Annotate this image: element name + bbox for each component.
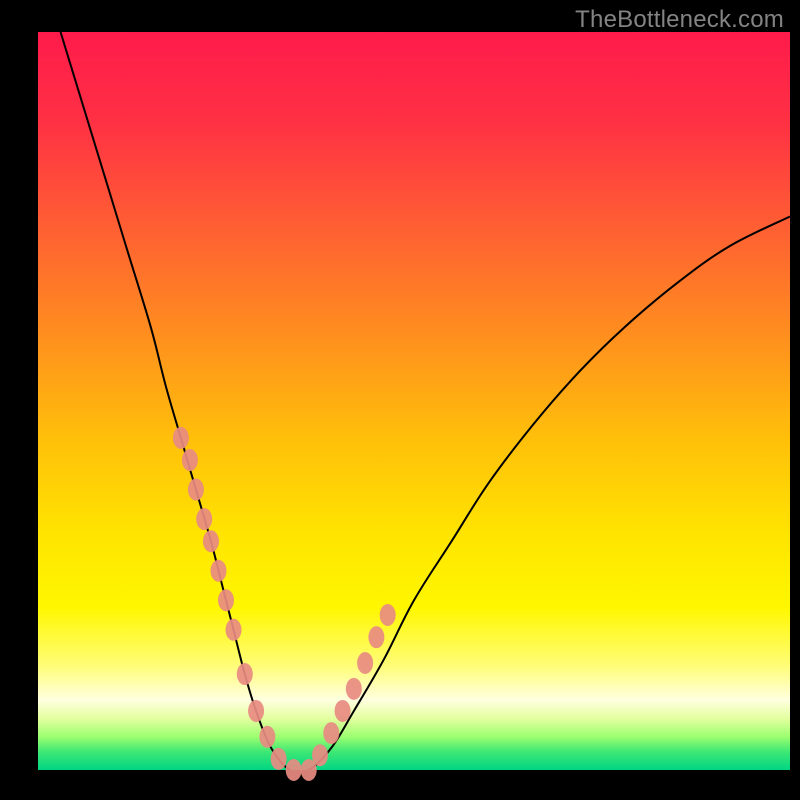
hot-point [182, 449, 198, 471]
hot-point [368, 626, 384, 648]
hot-point [188, 479, 204, 501]
hot-point [312, 744, 328, 766]
hot-point [380, 604, 396, 626]
hot-point [357, 652, 373, 674]
hot-point [259, 726, 275, 748]
hot-point [248, 700, 264, 722]
hot-point [335, 700, 351, 722]
plot-area-bg [38, 32, 790, 770]
hot-point [226, 619, 242, 641]
chart-container: TheBottleneck.com [0, 0, 800, 800]
hot-point [346, 678, 362, 700]
hot-point [323, 722, 339, 744]
hot-point [196, 508, 212, 530]
hot-point [237, 663, 253, 685]
hot-point [286, 759, 302, 781]
hot-point [271, 748, 287, 770]
hot-point [210, 560, 226, 582]
hot-point [203, 530, 219, 552]
bottleneck-chart [0, 0, 800, 800]
hot-point [173, 427, 189, 449]
watermark-text: TheBottleneck.com [575, 6, 784, 34]
hot-point [218, 589, 234, 611]
